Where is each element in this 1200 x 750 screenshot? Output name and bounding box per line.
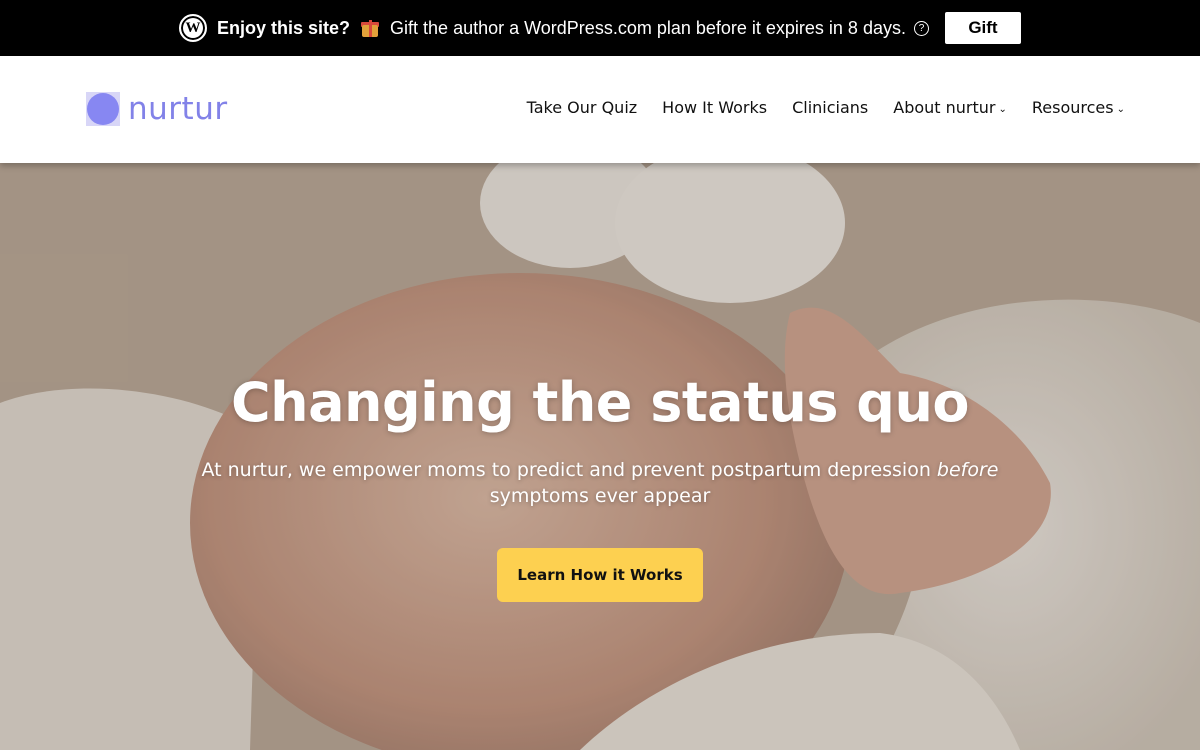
promo-banner: W Enjoy this site? Gift the author a Wor… [0, 0, 1200, 56]
nav-item-label: How It Works [662, 98, 768, 117]
chevron-down-icon: ⌄ [1116, 103, 1125, 115]
gift-icon [360, 18, 380, 38]
nav-item-how-it-works[interactable]: How It Works [662, 98, 767, 117]
nav-item-label: About nurtur [893, 98, 996, 117]
learn-how-it-works-button[interactable]: Learn How it Works [497, 548, 703, 602]
help-icon[interactable]: ? [913, 20, 929, 36]
hero-title: Changing the status quo [231, 371, 970, 434]
wordpress-icon: W [179, 14, 208, 42]
promo-message: Gift the author a WordPress.com plan bef… [390, 17, 906, 38]
logo-mark-icon [84, 90, 122, 128]
site-header: nurtur Take Our Quiz How It Works Clinic… [0, 56, 1200, 163]
nav-item-label: Resources [1031, 98, 1114, 117]
main-nav: Take Our Quiz How It Works Clinicians Ab… [502, 98, 1125, 117]
gift-button[interactable]: Gift [944, 12, 1021, 44]
hero-section: Changing the status quo At nurtur, we em… [0, 163, 1200, 750]
promo-lead: Enjoy this site? [217, 17, 351, 38]
hero-subtitle: At nurtur, we empower moms to predict an… [201, 459, 999, 507]
logo[interactable]: nurtur [84, 90, 228, 128]
nav-item-label: Take Our Quiz [526, 98, 638, 117]
nav-item-label: Clinicians [792, 98, 869, 117]
chevron-down-icon: ⌄ [998, 103, 1007, 115]
nav-item-quiz[interactable]: Take Our Quiz [527, 98, 638, 117]
nav-item-clinicians[interactable]: Clinicians [792, 98, 868, 117]
nav-item-resources[interactable]: Resources ⌄ [1032, 98, 1125, 117]
nav-item-about[interactable]: About nurtur ⌄ [893, 98, 1007, 117]
logo-text: nurtur [128, 91, 228, 127]
